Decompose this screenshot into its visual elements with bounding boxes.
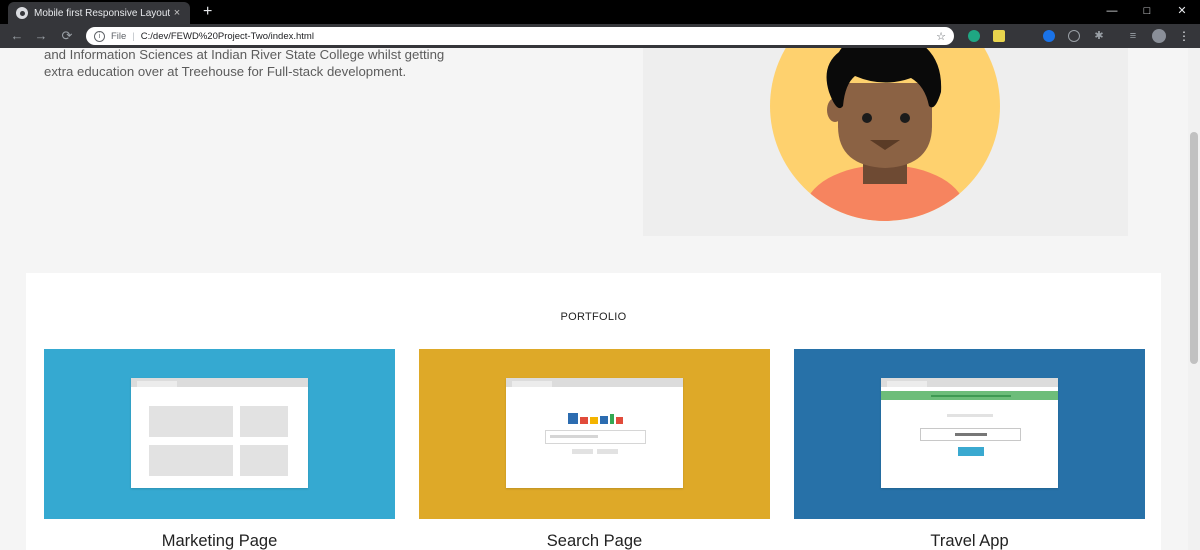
close-window-button[interactable]: ✕ [1168, 0, 1196, 24]
address-bar[interactable]: i File | C:/dev/FEWD%20Project-Two/index… [86, 27, 954, 45]
portfolio-section: PORTFOLIO Marketing Page Search Page Tra… [26, 273, 1161, 550]
about-line: extra education over at Treehouse for Fu… [44, 64, 407, 79]
url-scheme: File [111, 30, 127, 42]
back-button[interactable]: ← [8, 27, 26, 45]
portfolio-heading: PORTFOLIO [560, 311, 627, 323]
avatar-eye [862, 113, 872, 123]
travel-app-thumbnail [881, 378, 1058, 488]
avatar-face [838, 83, 932, 168]
minimize-button[interactable]: — [1098, 0, 1126, 24]
project-title[interactable]: Travel App [794, 532, 1145, 550]
reload-button[interactable]: ⟳ [58, 27, 76, 45]
about-text: and Information Sciences at Indian River… [44, 48, 524, 80]
avatar-illustration [770, 48, 1000, 221]
globe-icon [16, 7, 28, 19]
project-card-marketing[interactable] [44, 349, 395, 519]
new-tab-button[interactable]: + [203, 2, 212, 22]
tab-title: Mobile first Responsive Layout [34, 7, 170, 19]
forward-button[interactable]: → [32, 27, 50, 45]
project-card-search[interactable] [419, 349, 770, 519]
browser-toolbar: ← → ⟳ i File | C:/dev/FEWD%20Project-Two… [0, 24, 1200, 48]
extension-note-icon[interactable] [993, 30, 1005, 42]
page-viewport: and Information Sciences at Indian River… [0, 48, 1188, 550]
avatar-eye [900, 113, 910, 123]
scrollbar-thumb[interactable] [1190, 132, 1198, 364]
project-title[interactable]: Search Page [419, 532, 770, 550]
bookmark-star-icon[interactable]: ☆ [936, 30, 946, 43]
search-page-thumbnail [506, 378, 683, 488]
url-separator: | [132, 30, 135, 42]
marketing-page-thumbnail [131, 378, 308, 488]
profile-avatar[interactable] [1152, 29, 1166, 43]
project-title[interactable]: Marketing Page [44, 532, 395, 550]
extension-circle-icon[interactable] [1043, 30, 1055, 42]
avatar-panel [643, 48, 1128, 236]
playlist-icon[interactable]: ≡ [1127, 30, 1139, 42]
maximize-button[interactable]: □ [1133, 0, 1161, 24]
extension-bug-icon[interactable]: ✱ [1093, 30, 1105, 42]
url-text[interactable]: C:/dev/FEWD%20Project-Two/index.html [141, 31, 936, 42]
tab-close-icon[interactable]: × [170, 7, 184, 19]
tab-strip: Mobile first Responsive Layout × + — □ ✕ [0, 0, 1200, 24]
page-scrollbar[interactable] [1188, 48, 1200, 550]
menu-kebab-icon[interactable]: ⋮ [1178, 30, 1190, 42]
about-line: and Information Sciences at Indian River… [44, 48, 445, 62]
extension-mask-icon[interactable] [1068, 30, 1080, 42]
browser-tab[interactable]: Mobile first Responsive Layout × [8, 2, 190, 24]
project-card-travel[interactable] [794, 349, 1145, 519]
extension-grammarly-icon[interactable] [968, 30, 980, 42]
info-icon[interactable]: i [94, 30, 105, 42]
